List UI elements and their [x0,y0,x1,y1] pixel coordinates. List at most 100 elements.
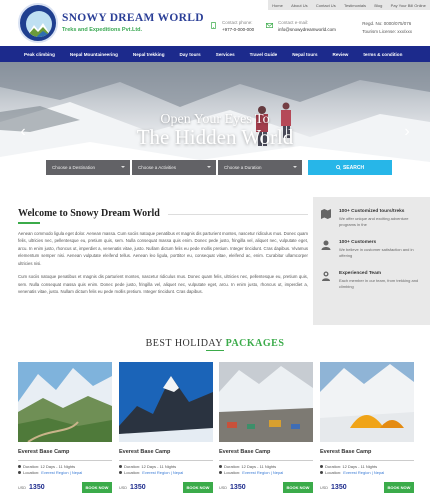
hero-banner: ‹ › Open Your Eyes To The Hidden World C… [0,62,430,194]
brand-logo[interactable] [18,3,58,43]
package-footer: USD 1350 BOOK NOW [18,482,112,493]
email-value[interactable]: info@snowydreamworld.com [278,27,336,32]
package-name[interactable]: Everest Base Camp [320,449,414,455]
package-name[interactable]: Everest Base Camp [119,449,213,455]
packages-underline [206,350,224,351]
package-footer: USD 1350 BOOK NOW [119,482,213,493]
top-link-testimonials[interactable]: Testimonials [344,3,366,8]
location-icon [219,471,222,474]
nav-travel-guide[interactable]: Travel Guide [250,52,278,57]
email-label: Contact e-mail: [278,20,309,25]
location-icon [18,471,21,474]
package-name[interactable]: Everest Base Camp [18,449,112,455]
price-currency: USD [18,485,27,490]
feature-desc: We offer unique and exciting adventure p… [339,216,409,227]
package-image[interactable] [119,362,213,442]
top-link-pay-bill[interactable]: Pay Your Bill Online [391,3,426,8]
top-link-home[interactable]: Home [272,3,283,8]
divider [219,460,313,461]
duration-select-value: Choose a Duration [224,165,262,170]
book-now-button[interactable]: BOOK NOW [283,482,313,493]
registration-info: Regd. No: 0000/075/076 Tourism License: … [362,20,412,36]
price-value: 1350 [230,484,246,491]
nav-review[interactable]: Review [333,52,349,57]
feature-title: Experienced Team [339,271,382,276]
phone-icon [211,22,216,29]
divider [320,460,414,461]
clock-icon [18,465,21,468]
destination-select-value: Choose a Destination [52,165,96,170]
package-location: Location: Everest Region | Nepal [219,470,313,476]
divider [119,460,213,461]
clock-icon [219,465,222,468]
book-now-button[interactable]: BOOK NOW [82,482,112,493]
brand-name[interactable]: SNOWY DREAM WORLD [62,12,204,24]
package-card[interactable]: Everest Base Camp Duration: 12 Days - 11… [18,362,112,500]
search-button-label: SEARCH [342,164,365,171]
price-currency: USD [219,485,228,490]
welcome-section: Welcome to Snowy Dream World Aenean comm… [18,208,308,296]
regd-number: Regd. No: 0000/075/076 [362,21,412,26]
divider [18,460,112,461]
user-icon [321,240,331,250]
book-now-button[interactable]: BOOK NOW [384,482,414,493]
chevron-down-icon [293,166,297,168]
nav-nepal-trekking[interactable]: Nepal trekking [133,52,165,57]
top-link-blog[interactable]: Blog [374,3,382,8]
nav-nepal-mountaineering[interactable]: Nepal Mountaineering [70,52,118,57]
package-image[interactable] [320,362,414,442]
nav-terms[interactable]: terms & condition [363,52,402,57]
activities-select-value: Choose a Activities [138,165,177,170]
location-icon [320,471,323,474]
duration-select[interactable]: Choose a Duration [218,160,302,175]
package-location: Location: Everest Region | Nepal [320,470,414,476]
trip-search-bar: Choose a Destination Choose a Activities… [46,160,392,175]
top-link-about[interactable]: About Us [291,3,307,8]
main-nav: Peak climbing Nepal Mountaineering Nepal… [0,46,430,62]
activities-select[interactable]: Choose a Activities [132,160,216,175]
feature-item: 100+ Customized tours/treks We offer uni… [321,209,424,227]
map-icon [321,209,331,219]
welcome-paragraph-1: Aenean commodo ligula eget dolor. Aenean… [18,230,308,266]
package-name[interactable]: Everest Base Camp [219,449,313,455]
top-links-bar: Home About Us Contact Us Testimonials Bl… [268,0,430,10]
search-icon [336,165,341,170]
price-currency: USD [320,485,329,490]
top-link-contact[interactable]: Contact Us [316,3,336,8]
phone-value[interactable]: +977-0-000-000 [222,27,254,32]
phone-label: Contact phone: [222,20,253,25]
logo-mountain-icon [26,23,52,37]
packages-title: BEST HOLIDAY PACKAGES [0,338,430,349]
book-now-button[interactable]: BOOK NOW [183,482,213,493]
feature-title: 100+ Customized tours/treks [339,209,405,214]
location-icon [119,471,122,474]
package-image[interactable] [18,362,112,442]
destination-select[interactable]: Choose a Destination [46,160,130,175]
feature-desc: We believe in customer satisfaction and … [339,247,414,258]
package-card[interactable]: Everest Base Camp Duration: 12 Days - 11… [219,362,313,500]
package-card[interactable]: Everest Base Camp Duration: 12 Days - 11… [119,362,213,500]
package-footer: USD 1350 BOOK NOW [320,482,414,493]
contact-email: Contact e-mail: info@snowydreamworld.com [266,20,336,32]
package-location: Location: Everest Region | Nepal [18,470,112,476]
price-value: 1350 [130,484,146,491]
package-card[interactable]: Everest Base Camp Duration: 12 Days - 11… [320,362,414,500]
nav-services[interactable]: Services [216,52,235,57]
package-footer: USD 1350 BOOK NOW [219,482,313,493]
packages-title-a: BEST HOLIDAY [145,338,223,349]
package-image[interactable] [219,362,313,442]
features-panel: 100+ Customized tours/treks We offer uni… [313,197,430,325]
package-location: Location: Everest Region | Nepal [119,470,213,476]
feature-item: 100+ Customers We believe in customer sa… [321,240,424,258]
team-icon [322,271,330,281]
price-currency: USD [119,485,128,490]
nav-peak-climbing[interactable]: Peak climbing [24,52,55,57]
nav-day-tours[interactable]: Day tours [180,52,201,57]
chevron-down-icon [207,166,211,168]
chevron-down-icon [121,166,125,168]
search-button[interactable]: SEARCH [308,160,392,175]
nav-nepal-tours[interactable]: Nepal tours [292,52,317,57]
feature-title: 100+ Customers [339,240,377,245]
title-underline [18,222,40,224]
divider [168,214,308,215]
